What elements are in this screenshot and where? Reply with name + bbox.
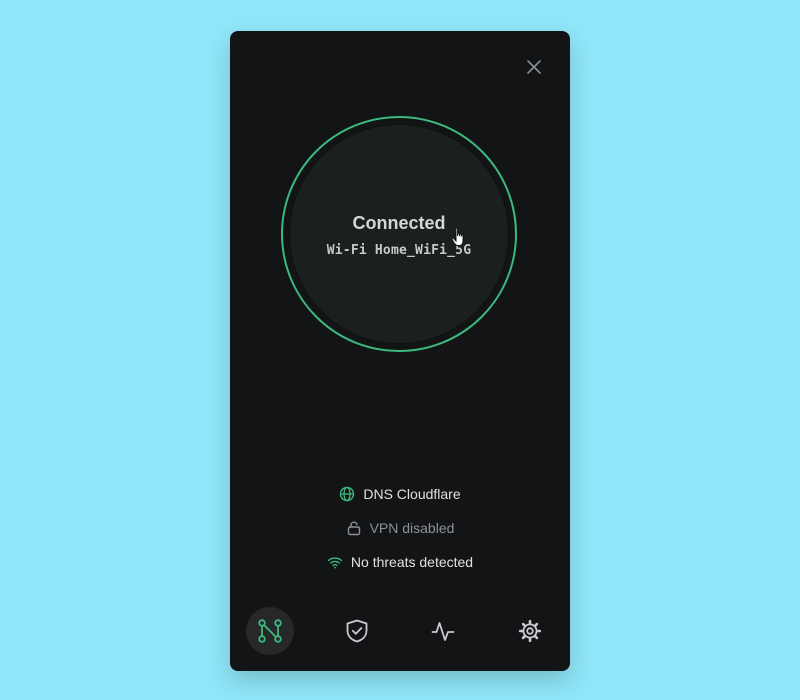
info-list: DNS Cloudflare VPN disabled No threats d… bbox=[230, 477, 570, 579]
network-status-panel: Connected Wi-Fi Home_WiFi_5G DNS Cloudfl… bbox=[230, 31, 570, 671]
info-row-dns: DNS Cloudflare bbox=[230, 477, 570, 511]
shield-check-icon bbox=[346, 619, 368, 643]
close-icon bbox=[527, 60, 541, 74]
dns-label: DNS Cloudflare bbox=[363, 486, 461, 502]
settings-gear-icon bbox=[518, 619, 542, 643]
vpn-label: VPN disabled bbox=[369, 520, 455, 536]
threats-label: No threats detected bbox=[350, 554, 474, 570]
connection-status-circle[interactable]: Connected Wi-Fi Home_WiFi_5G bbox=[281, 116, 517, 352]
status-title: Connected bbox=[352, 213, 446, 233]
network-name: Wi-Fi Home_WiFi_5G bbox=[326, 243, 472, 258]
nav-activity[interactable] bbox=[419, 607, 467, 655]
hand-cursor-icon bbox=[451, 227, 464, 247]
activity-icon bbox=[431, 622, 455, 641]
nav-network[interactable] bbox=[246, 607, 294, 655]
info-row-vpn: VPN disabled bbox=[230, 511, 570, 545]
lock-open-icon bbox=[346, 520, 362, 536]
status-circle-inner: Connected Wi-Fi Home_WiFi_5G bbox=[290, 125, 508, 343]
wifi-icon bbox=[327, 554, 343, 570]
close-button[interactable] bbox=[522, 55, 546, 79]
network-icon bbox=[258, 619, 282, 643]
globe-icon bbox=[339, 486, 355, 502]
info-row-threats: No threats detected bbox=[230, 545, 570, 579]
nav-protection[interactable] bbox=[333, 607, 381, 655]
nav-settings[interactable] bbox=[506, 607, 554, 655]
bottom-nav bbox=[230, 607, 570, 655]
